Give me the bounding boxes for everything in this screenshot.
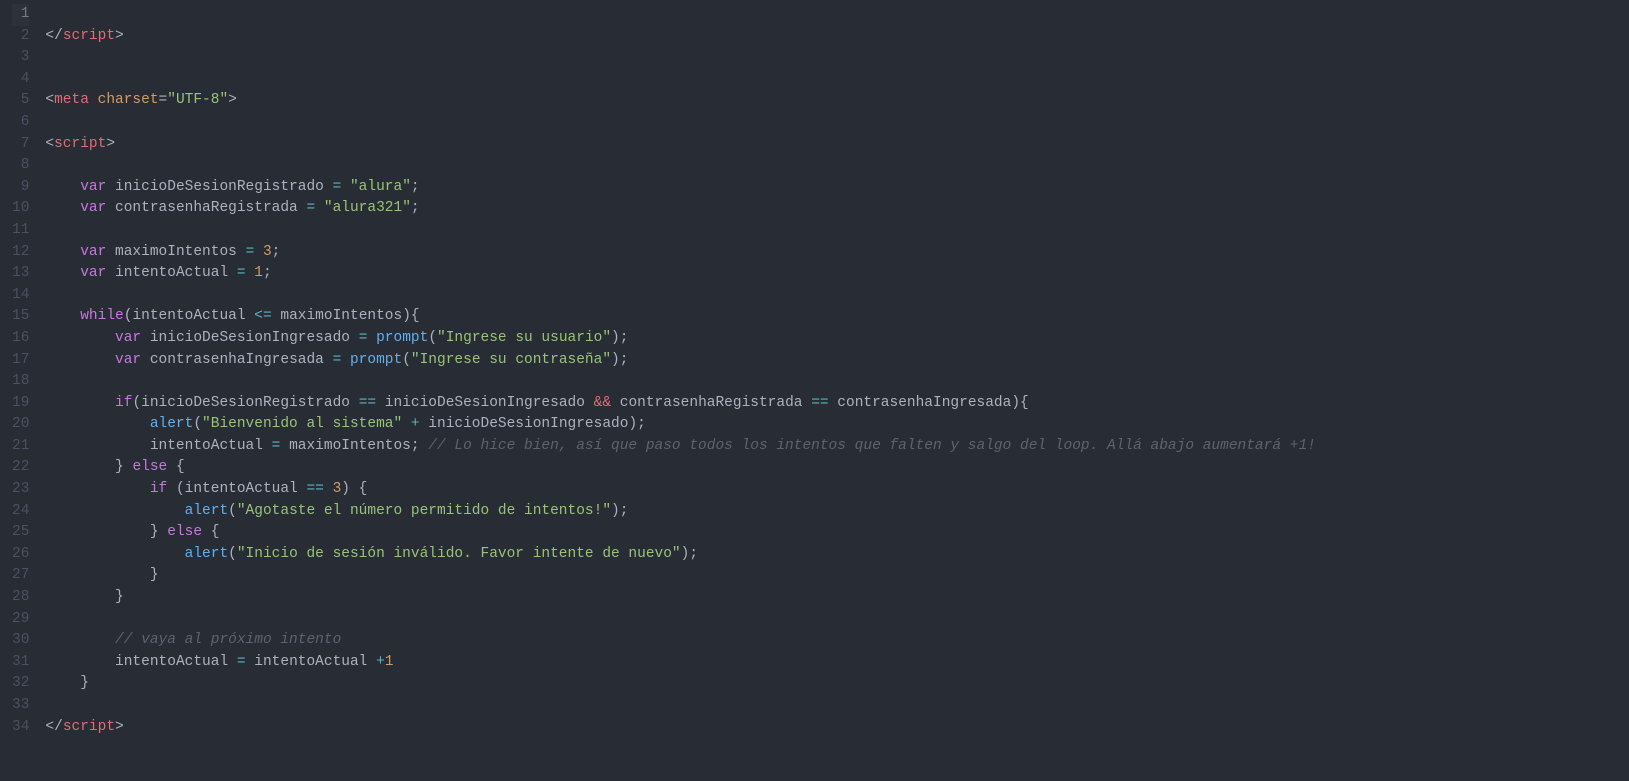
line-number: 18	[12, 371, 29, 393]
code-line[interactable]	[45, 4, 1629, 26]
code-line[interactable]: </script>	[45, 26, 1629, 48]
line-number: 26	[12, 544, 29, 566]
code-line[interactable]	[45, 155, 1629, 177]
line-number: 1	[12, 4, 29, 26]
line-number: 15	[12, 306, 29, 328]
line-number: 27	[12, 565, 29, 587]
code-line[interactable]	[45, 220, 1629, 242]
line-number: 3	[12, 47, 29, 69]
code-line[interactable]: var contrasenhaRegistrada = "alura321";	[45, 198, 1629, 220]
code-line[interactable]: <meta charset="UTF-8">	[45, 90, 1629, 112]
line-number: 11	[12, 220, 29, 242]
line-number: 17	[12, 350, 29, 372]
line-number: 22	[12, 457, 29, 479]
line-number: 12	[12, 242, 29, 264]
line-number: 7	[12, 134, 29, 156]
line-number: 31	[12, 652, 29, 674]
line-number: 23	[12, 479, 29, 501]
code-line[interactable]: alert("Inicio de sesión inválido. Favor …	[45, 544, 1629, 566]
code-line[interactable]: var maximoIntentos = 3;	[45, 242, 1629, 264]
code-line[interactable]: }	[45, 565, 1629, 587]
code-line[interactable]: var intentoActual = 1;	[45, 263, 1629, 285]
code-line[interactable]: alert("Agotaste el número permitido de i…	[45, 501, 1629, 523]
code-line[interactable]: // vaya al próximo intento	[45, 630, 1629, 652]
code-line[interactable]: if (intentoActual == 3) {	[45, 479, 1629, 501]
line-number: 29	[12, 609, 29, 631]
code-editor[interactable]: 1 2 3 4 5 6 7 8 9 10 11 12 13 14 15 16 1…	[0, 0, 1629, 781]
line-number: 2	[12, 26, 29, 48]
code-line[interactable]	[45, 112, 1629, 134]
line-number: 21	[12, 436, 29, 458]
line-number: 34	[12, 717, 29, 739]
code-line[interactable]: }	[45, 673, 1629, 695]
code-line[interactable]: var contrasenhaIngresada = prompt("Ingre…	[45, 350, 1629, 372]
line-number: 24	[12, 501, 29, 523]
line-number: 8	[12, 155, 29, 177]
line-number: 32	[12, 673, 29, 695]
line-number: 25	[12, 522, 29, 544]
line-number: 13	[12, 263, 29, 285]
code-line[interactable]: } else {	[45, 457, 1629, 479]
code-line[interactable]	[45, 695, 1629, 717]
code-line[interactable]	[45, 609, 1629, 631]
line-number: 16	[12, 328, 29, 350]
code-line[interactable]: alert("Bienvenido al sistema" + inicioDe…	[45, 414, 1629, 436]
code-line[interactable]: var inicioDeSesionIngresado = prompt("In…	[45, 328, 1629, 350]
line-number: 20	[12, 414, 29, 436]
line-number: 19	[12, 393, 29, 415]
line-number: 6	[12, 112, 29, 134]
line-number: 10	[12, 198, 29, 220]
code-line[interactable]: <script>	[45, 134, 1629, 156]
code-line[interactable]	[45, 47, 1629, 69]
code-line[interactable]: if(inicioDeSesionRegistrado == inicioDeS…	[45, 393, 1629, 415]
code-line[interactable]	[45, 285, 1629, 307]
line-number: 28	[12, 587, 29, 609]
code-line[interactable]: </script>	[45, 717, 1629, 739]
line-number: 14	[12, 285, 29, 307]
line-number: 9	[12, 177, 29, 199]
line-number-gutter: 1 2 3 4 5 6 7 8 9 10 11 12 13 14 15 16 1…	[0, 0, 37, 781]
line-number: 33	[12, 695, 29, 717]
code-line[interactable]	[45, 371, 1629, 393]
code-line[interactable]: }	[45, 587, 1629, 609]
line-number: 30	[12, 630, 29, 652]
code-line[interactable]: intentoActual = maximoIntentos; // Lo hi…	[45, 436, 1629, 458]
line-number: 4	[12, 69, 29, 91]
code-line[interactable]: var inicioDeSesionRegistrado = "alura";	[45, 177, 1629, 199]
code-line[interactable]: } else {	[45, 522, 1629, 544]
code-content[interactable]: </script> <meta charset="UTF-8"> <script…	[37, 0, 1629, 781]
line-number: 5	[12, 90, 29, 112]
code-line[interactable]	[45, 69, 1629, 91]
code-line[interactable]: intentoActual = intentoActual +1	[45, 652, 1629, 674]
code-line[interactable]: while(intentoActual <= maximoIntentos){	[45, 306, 1629, 328]
